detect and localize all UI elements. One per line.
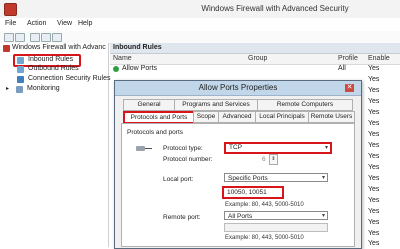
remote-port-input[interactable] [224,223,328,232]
column-group[interactable]: Group [248,55,267,62]
outbound-rules-icon [17,66,24,73]
tab-general[interactable]: General [123,99,175,111]
column-enabled[interactable]: Enable [368,55,390,62]
protocol-type-label: Protocol type: [163,145,203,152]
allow-ports-properties-dialog: Allow Ports Properties ✕ General Program… [114,80,362,249]
enabled-cell: Yes [368,197,380,204]
local-port-input[interactable]: 10050, 10051 [222,186,284,199]
tab-local-principals[interactable]: Local Principals [255,111,309,123]
chevron-down-icon[interactable]: ▾ [325,144,328,152]
navigation-tree: Windows Firewall with Advanc Inbound Rul… [0,43,111,247]
back-icon[interactable] [4,33,14,42]
section-title: Protocols and ports [127,129,184,136]
remote-port-example: Example: 80, 443, 5000-5010 [225,235,304,241]
enabled-cell: Yes [368,109,380,116]
protocols-and-ports-panel: Protocols and ports Protocol type: TCP ▾… [121,123,355,247]
menu-view[interactable]: View [57,20,72,27]
enabled-cell: Yes [368,153,380,160]
column-profile[interactable]: Profile [338,55,358,62]
tab-remote-users[interactable]: Remote Users [308,111,355,123]
menu-bar: File Action View Help [0,18,400,32]
dialog-title: Allow Ports Properties [198,83,278,92]
enabled-cell: Yes [368,98,380,105]
enabled-cell: Yes [368,208,380,215]
expand-arrow-icon[interactable]: ▸ [6,85,9,92]
column-headers: Name Group Profile Enable [110,54,400,65]
refresh-icon[interactable] [41,33,51,42]
local-port-label: Local port: [163,176,194,183]
enabled-rule-icon [113,66,119,72]
remote-port-select[interactable]: All Ports ▾ [224,211,328,220]
tab-programs-and-services[interactable]: Programs and Services [174,99,258,111]
table-row[interactable]: Allow Ports All [110,65,400,75]
close-icon[interactable]: ✕ [345,84,354,92]
monitoring-icon [16,86,23,93]
window-title: Windows Firewall with Advanced Security [201,4,349,13]
enabled-cell: Yes [368,142,380,149]
protocol-number-value: 6 [262,156,266,163]
protocol-number-label: Protocol number: [163,156,213,163]
enabled-cell: Yes [368,65,380,72]
pane-title: Inbound Rules [113,44,162,51]
enabled-cell: Yes [368,131,380,138]
enabled-cell: Yes [368,76,380,83]
connection-security-icon [17,76,24,83]
tab-advanced[interactable]: Advanced [218,111,256,123]
network-plug-icon [136,145,152,152]
chevron-down-icon[interactable]: ▾ [322,212,325,221]
protocol-type-select[interactable]: TCP ▾ [224,142,332,154]
local-port-select[interactable]: Specific Ports ▾ [224,173,328,182]
enabled-cell: Yes [368,186,380,193]
enabled-cell: Yes [368,230,380,237]
menu-help[interactable]: Help [78,20,92,27]
chevron-down-icon[interactable]: ▾ [322,174,325,183]
enabled-cell: Yes [368,164,380,171]
forward-icon[interactable] [15,33,25,42]
tab-scope[interactable]: Scope [193,111,219,123]
export-icon[interactable] [52,33,62,42]
firewall-icon [3,45,10,52]
remote-port-label: Remote port: [163,214,201,221]
enabled-cell: Yes [368,120,380,127]
local-port-example: Example: 80, 443, 5000-5010 [225,202,304,208]
up-icon[interactable] [30,33,40,42]
menu-action[interactable]: Action [27,20,46,27]
dialog-title-bar: Allow Ports Properties ✕ [115,81,361,96]
title-bar: Windows Firewall with Advanced Security [0,0,400,19]
enabled-cell: Yes [368,219,380,226]
pane-header: Inbound Rules [110,43,400,54]
column-name[interactable]: Name [113,55,132,62]
tab-remote-computers[interactable]: Remote Computers [257,99,353,111]
inbound-rules-icon [17,57,24,64]
menu-file[interactable]: File [5,20,16,27]
spinner-icon[interactable]: ⇕ [269,154,278,165]
enabled-cell: Yes [368,175,380,182]
enabled-cell: Yes [368,240,380,247]
enabled-cell: Yes [368,87,380,94]
